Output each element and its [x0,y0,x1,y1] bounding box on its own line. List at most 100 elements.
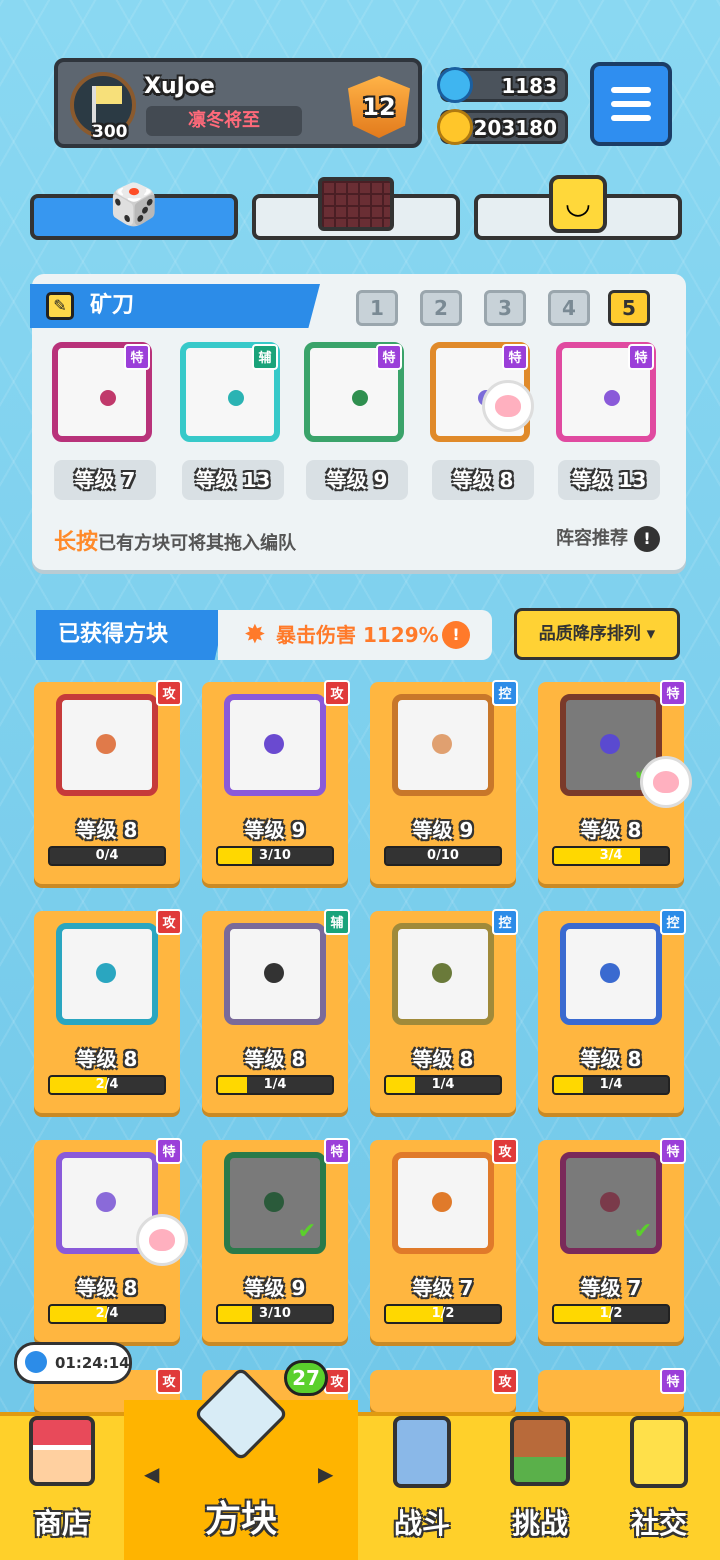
block-type-tag: 控 [492,680,518,706]
upgrade-progress-bar: 3/4 [552,846,670,866]
deck-page-1[interactable]: 1 [356,290,398,326]
progress-text: 0/10 [427,848,459,863]
sort-dropdown[interactable]: 品质降序排列 ▾ [514,608,680,660]
nav-battle[interactable]: 战斗 [362,1412,482,1560]
sword-icon [386,1410,458,1494]
deck-page-3[interactable]: 3 [484,290,526,326]
progress-text: 1/4 [599,1077,623,1092]
block-level: 等级 8 [580,1047,642,1071]
block-card[interactable]: ✔ 特等级 7 1/2 [538,1138,686,1342]
block-type-tag: 特 [660,1138,686,1164]
block-art [560,923,662,1025]
block-type-tag: 特 [660,680,686,706]
block-art [392,923,494,1025]
block-card[interactable]: ✔ 特等级 9 3/10 [202,1138,350,1342]
block-core-icon [432,1192,452,1212]
player-title: 凛冬将至 [146,106,302,136]
block-core-icon [264,963,284,983]
profile-panel[interactable]: 300 XuJoe 凛冬将至 12 [54,58,422,148]
block-type-tag: 特 [376,344,402,370]
owned-title: 已获得方块 [36,610,226,660]
info-icon[interactable]: ! [442,621,470,649]
deck-title[interactable]: ✎ 矿刀 [30,284,320,328]
deck-panel: ✎ 矿刀 1 2 3 4 5 特等级 7 辅等级 13 特等级 9 特等级 8 特等级 … [30,274,686,570]
block-type-tag: 特 [502,344,528,370]
block-card[interactable]: 控等级 9 0/10 [370,680,518,884]
progress-text: 3/10 [259,848,291,863]
nav-social[interactable]: 社交 [598,1412,720,1560]
progress-text: 1/2 [599,1306,623,1321]
block-card[interactable]: 控等级 8 1/4 [370,909,518,1113]
deck-slot[interactable]: 特 [556,342,656,442]
upgrade-progress-bar: 1/4 [552,1075,670,1095]
block-core-icon [96,1192,116,1212]
block-art [392,1152,494,1254]
block-level: 等级 8 [412,1047,474,1071]
block-art [392,694,494,796]
block-type-tag: 控 [660,909,686,935]
recommend-button[interactable]: 阵容推荐! [556,524,660,552]
block-card[interactable]: 特 [538,1368,686,1412]
block-type-tag: 攻 [492,1368,518,1394]
block-card[interactable]: 攻等级 8 0/4 [34,680,182,884]
block-core-icon [228,390,244,406]
block-core-icon [264,1192,284,1212]
upgrade-progress-bar: 2/4 [48,1075,166,1095]
pencil-icon[interactable]: ✎ [46,292,74,320]
menu-line-icon [611,101,651,107]
block-card[interactable]: 攻等级 8 2/4 [34,909,182,1113]
peach-icon [640,756,692,808]
block-card[interactable]: 辅等级 8 1/4 [202,909,350,1113]
player-level: 300 [92,122,128,142]
block-core-icon [432,963,452,983]
nav-challenge[interactable]: 挑战 [482,1412,598,1560]
tab-board[interactable] [252,177,460,240]
block-type-tag: 攻 [324,680,350,706]
block-type-tag: 特 [124,344,150,370]
deck-slot-level: 等级 8 [432,460,534,500]
deck-page-5[interactable]: 5 [608,290,650,326]
block-level: 等级 8 [76,1276,138,1300]
block-card[interactable]: 攻等级 7 1/2 [370,1138,518,1342]
nav-challenge-label: 挑战 [511,1507,568,1540]
upgrade-progress-bar: 2/4 [48,1304,166,1324]
nav-blocks[interactable]: 方块 [124,1366,358,1560]
deck-name: 矿刀 [90,293,135,318]
progress-text: 2/4 [95,1077,119,1092]
burst-icon: ✸ [244,620,266,650]
nav-left-arrow-icon[interactable]: ◀ [144,1462,159,1486]
block-card[interactable]: 攻等级 9 3/10 [202,680,350,884]
menu-line-icon [611,115,651,121]
block-card[interactable]: 控等级 8 1/4 [538,909,686,1113]
deck-page-2[interactable]: 2 [420,290,462,326]
block-core-icon [264,734,284,754]
block-type-tag: 攻 [492,1138,518,1164]
block-art [224,923,326,1025]
deck-slot[interactable]: 特 [304,342,404,442]
flag-icon [92,86,122,126]
block-level: 等级 7 [580,1276,642,1300]
menu-button[interactable] [590,62,672,146]
progress-text: 1/4 [263,1077,287,1092]
rank-badge[interactable]: 12 [348,76,410,138]
deck-slot[interactable]: 辅 [180,342,280,442]
social-icon [623,1410,695,1494]
gem-icon [437,67,473,103]
tab-dice[interactable]: 🎲 [30,182,238,240]
block-type-tag: 辅 [252,344,278,370]
block-art [56,694,158,796]
block-core-icon [96,963,116,983]
recommend-label: 阵容推荐 [556,528,628,549]
nav-right-arrow-icon[interactable]: ▶ [318,1462,333,1486]
avatar[interactable]: 300 [70,72,136,142]
upgrade-progress-bar: 1/2 [384,1304,502,1324]
deck-page-4[interactable]: 4 [548,290,590,326]
tab-emote[interactable]: ◡ [474,175,682,240]
gem-count: 1183 [501,74,557,98]
deck-slot[interactable]: 特 [52,342,152,442]
nav-shop[interactable]: 商店 [0,1412,124,1560]
upgrade-progress-bar: 3/10 [216,846,334,866]
block-card[interactable]: 攻 [370,1368,518,1412]
block-type-tag: 特 [156,1138,182,1164]
crit-panel[interactable]: ✸ 暴击伤害 1129% ! [218,610,492,660]
